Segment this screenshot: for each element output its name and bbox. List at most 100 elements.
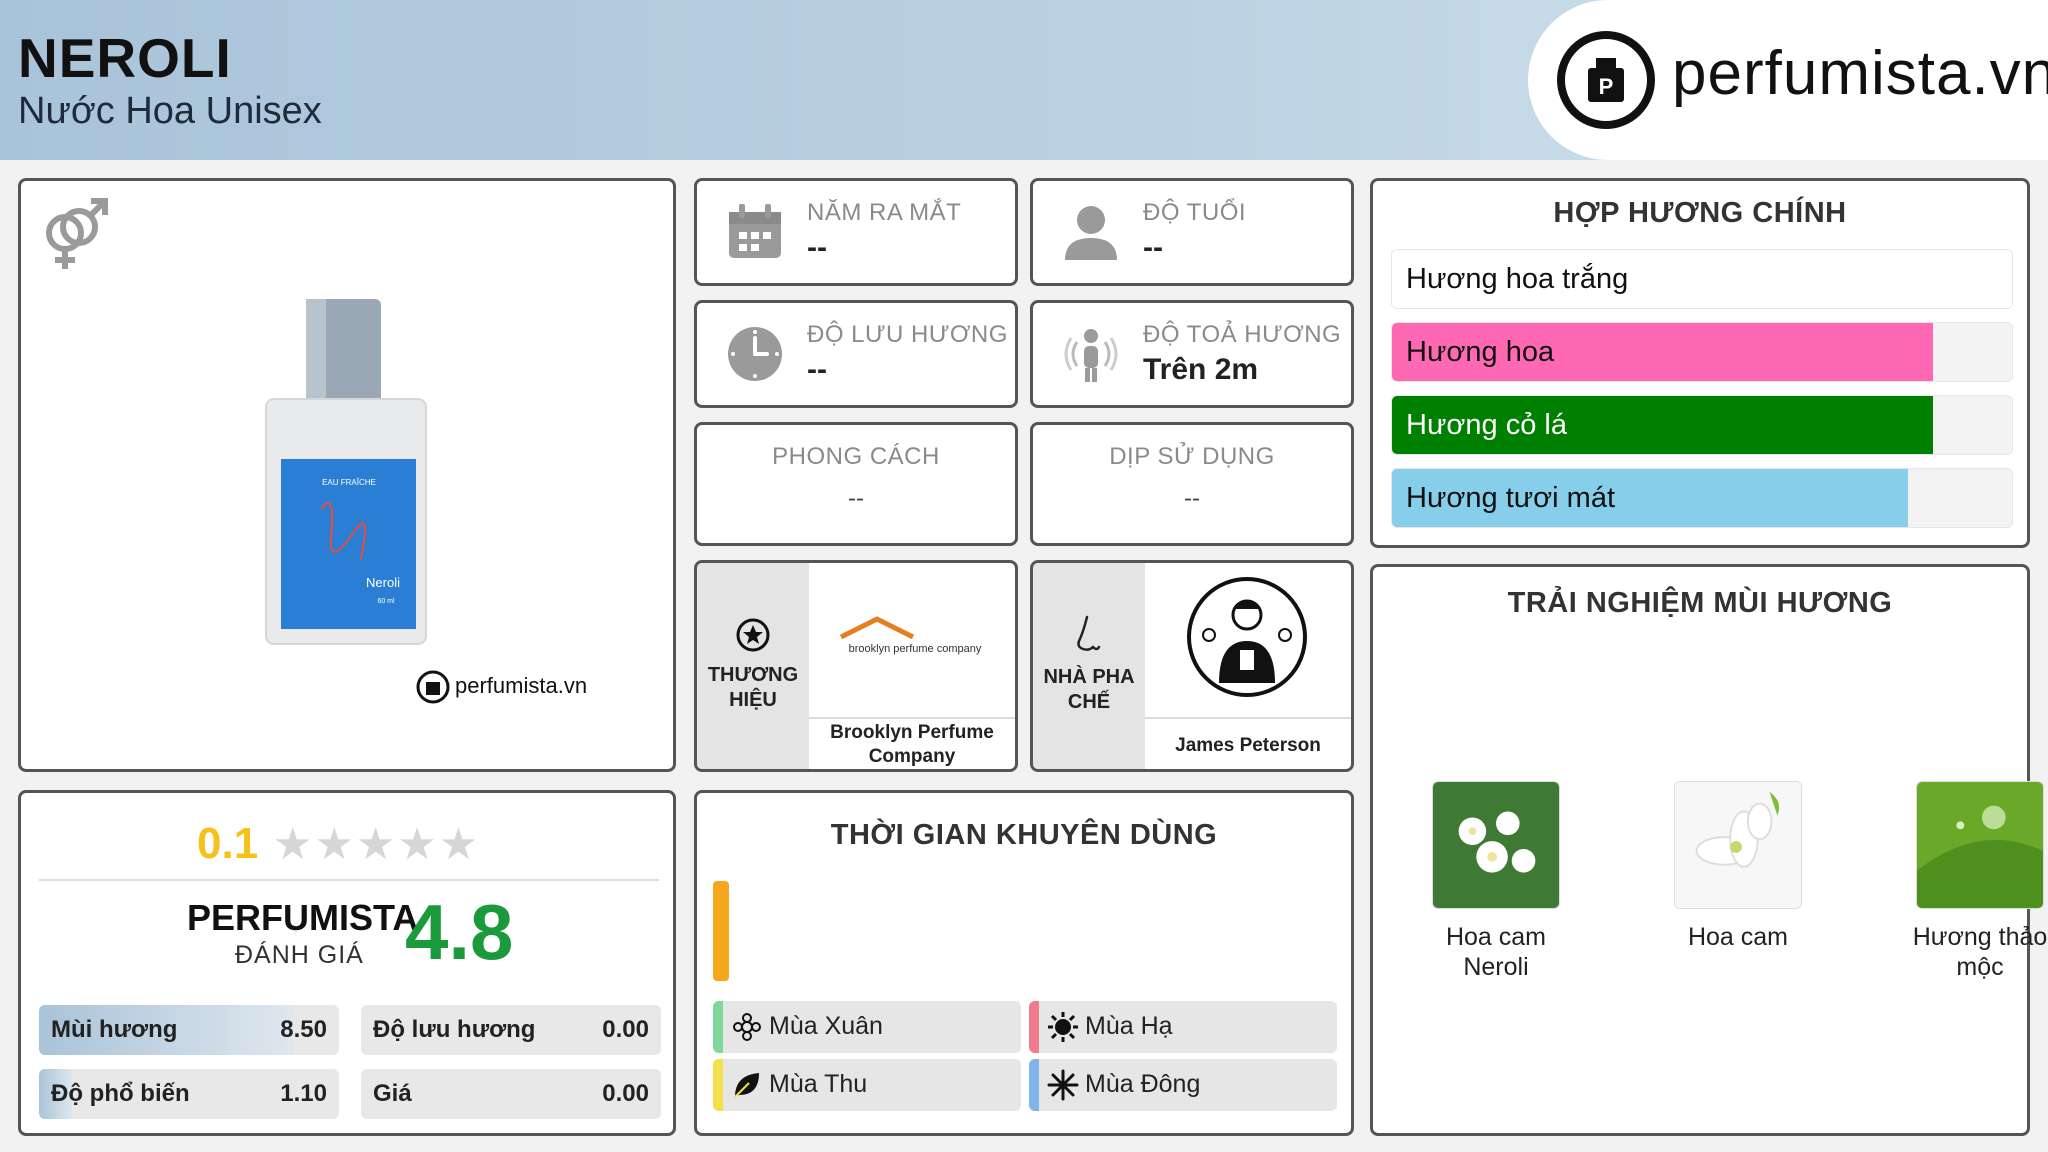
time-of-day-bar	[713, 881, 729, 981]
release-year-card: NĂM RA MẮT --	[694, 178, 1018, 286]
sun-icon	[1048, 1012, 1078, 1042]
perfumista-brand: PERFUMISTA	[187, 897, 419, 938]
season-label: Mùa Hạ	[1085, 1012, 1173, 1040]
orange-blossom-image	[1674, 781, 1802, 909]
brand-name-line2: Company	[868, 746, 956, 767]
season-color-bar	[713, 1059, 723, 1111]
main-accords-card: HỢP HƯƠNG CHÍNH Hương hoa trắng Hương hoa…	[1370, 178, 2030, 548]
calendar-icon	[729, 204, 781, 258]
accord-bar: Hương hoa	[1391, 322, 2013, 382]
accord-label: Hương hoa	[1406, 336, 1555, 368]
rating-metric-value: 0.00	[602, 1080, 649, 1107]
accord-label: Hương cỏ lá	[1406, 409, 1567, 441]
longevity-card: ĐỘ LƯU HƯƠNG --	[694, 300, 1018, 408]
season-color-bar	[713, 1001, 723, 1053]
scent-experience-card: TRẢI NGHIỆM MÙI HƯƠNG Hoa cam Neroli Hoa…	[1370, 564, 2047, 1136]
rating-metric: Độ lưu hương 0.00	[361, 1005, 661, 1055]
brand-label-line2: HIỆU	[729, 689, 777, 711]
user-rating-score: 0.1	[197, 819, 259, 868]
rating-metric-value: 8.50	[280, 1016, 327, 1043]
recommended-time-card: THỜI GIAN KHUYÊN DÙNG Mùa Xuân Mùa Hạ Mùa …	[694, 790, 1354, 1136]
snowflake-icon	[1047, 1069, 1079, 1101]
rating-metric-label: Giá	[373, 1080, 412, 1107]
style-label: PHONG CÁCH	[772, 443, 940, 470]
perfumer-card[interactable]: NHÀ PHA CHẾ James Peterson	[1030, 560, 1354, 772]
sillage-person-icon	[1064, 329, 1118, 382]
watermark-logo-icon	[416, 670, 450, 704]
season-item: Mùa Thu	[713, 1059, 1021, 1111]
unisex-icon	[46, 198, 108, 269]
product-image-card: EAU FRAÎCHE Neroli 60 ml perfumista.vn	[18, 178, 676, 772]
star-icons-filled: ★★★★★	[273, 819, 278, 870]
flower-icon	[733, 1013, 761, 1041]
nose-icon	[1077, 615, 1101, 651]
rating-metric: Giá 0.00	[361, 1069, 661, 1119]
page-title: NEROLI	[18, 27, 232, 89]
brand-label-line1: THƯƠNG	[707, 664, 799, 686]
rating-metric: Mùi hương 8.50	[39, 1005, 339, 1055]
season-label: Mùa Thu	[769, 1070, 868, 1098]
accord-bar: Hương hoa trắng	[1391, 249, 2013, 309]
brand-name-line1: Brooklyn Perfume	[830, 722, 994, 743]
style-card: PHONG CÁCH --	[694, 422, 1018, 546]
season-label: Mùa Xuân	[769, 1012, 883, 1040]
note-name-line1: Hoa cam	[1445, 923, 1547, 951]
age-value: --	[1143, 231, 1163, 264]
star-badge-icon	[736, 618, 770, 652]
perfumer-label-line1: NHÀ PHA	[1043, 666, 1135, 688]
rating-metric-value: 1.10	[280, 1080, 327, 1107]
sillage-card: ĐỘ TOẢ HƯƠNG Trên 2m	[1030, 300, 1354, 408]
occasion-card: DỊP SỬ DỤNG --	[1030, 422, 1354, 546]
sillage-label: ĐỘ TOẢ HƯƠNG	[1143, 321, 1342, 348]
star-rating[interactable]: ★★★★★ ★★★★★	[273, 819, 503, 869]
season-item: Mùa Đông	[1029, 1059, 1337, 1111]
person-icon	[1065, 206, 1117, 260]
perfume-logo-icon: P	[1557, 31, 1655, 129]
season-item: Mùa Hạ	[1029, 1001, 1337, 1053]
season-color-bar	[1029, 1001, 1039, 1053]
leaf-icon	[734, 1073, 759, 1098]
release-year-value: --	[807, 231, 827, 264]
scent-experience-title: TRẢI NGHIỆM MÙI HƯƠNG	[1507, 587, 1893, 619]
note-name-line1: Hương thảo	[1912, 923, 2048, 951]
rating-metric-label: Độ lưu hương	[373, 1016, 536, 1043]
occasion-label: DỊP SỬ DỤNG	[1109, 443, 1275, 470]
age-label: ĐỘ TUỔI	[1143, 199, 1247, 226]
rating-metric-label: Mùi hương	[51, 1016, 178, 1043]
perfumer-avatar	[1187, 577, 1307, 697]
rating-metric-value: 0.00	[602, 1016, 649, 1043]
accord-label: Hương hoa trắng	[1406, 263, 1629, 295]
orange-blossom-neroli-image	[1432, 781, 1560, 909]
rating-metric: Độ phổ biến 1.10	[39, 1069, 339, 1119]
rating-metric-label: Độ phổ biến	[51, 1080, 190, 1107]
perfume-bottle-image: EAU FRAÎCHE Neroli 60 ml	[265, 299, 427, 645]
note-name-line1: Hoa cam	[1687, 923, 1789, 951]
accord-bar: Hương cỏ lá	[1391, 395, 2013, 455]
season-color-bar	[1029, 1059, 1039, 1111]
longevity-label: ĐỘ LƯU HƯƠNG	[807, 321, 1008, 348]
note-name-line2: mộc	[1956, 953, 2004, 981]
note-item[interactable]: Hoa cam Neroli	[1411, 781, 1581, 982]
sillage-value: Trên 2m	[1143, 353, 1259, 386]
occasion-value: --	[1184, 485, 1200, 512]
style-value: --	[848, 485, 864, 512]
note-item[interactable]: Hương thảo mộc	[1895, 781, 2048, 982]
brand-card[interactable]: THƯƠNG HIỆU brooklyn perfume company Bro…	[694, 560, 1018, 772]
logo-text: perfumista.vn	[1672, 39, 2048, 108]
release-year-label: NĂM RA MẮT	[807, 199, 962, 226]
longevity-value: --	[807, 353, 827, 386]
note-item[interactable]: Hoa cam	[1653, 781, 1823, 952]
watermark-text: perfumista.vn	[455, 673, 588, 698]
star-icons-empty: ★★★★★	[273, 820, 481, 869]
recommended-time-title: THỜI GIAN KHUYÊN DÙNG	[830, 819, 1218, 851]
herbal-leaf-image	[1916, 781, 2044, 909]
season-item: Mùa Xuân	[713, 1001, 1021, 1053]
brand-logo-text: brooklyn perfume company	[848, 643, 982, 655]
bottle-volume: 60 ml	[377, 598, 395, 605]
perfumer-name: James Peterson	[1175, 735, 1321, 756]
svg-text:P: P	[1599, 74, 1614, 99]
page-subtitle: Nước Hoa Unisex	[18, 90, 322, 132]
bottle-brand-text: EAU FRAÎCHE	[322, 478, 376, 487]
bottle-name: Neroli	[366, 575, 400, 590]
perfumista-rating-label: ĐÁNH GIÁ	[235, 941, 364, 969]
